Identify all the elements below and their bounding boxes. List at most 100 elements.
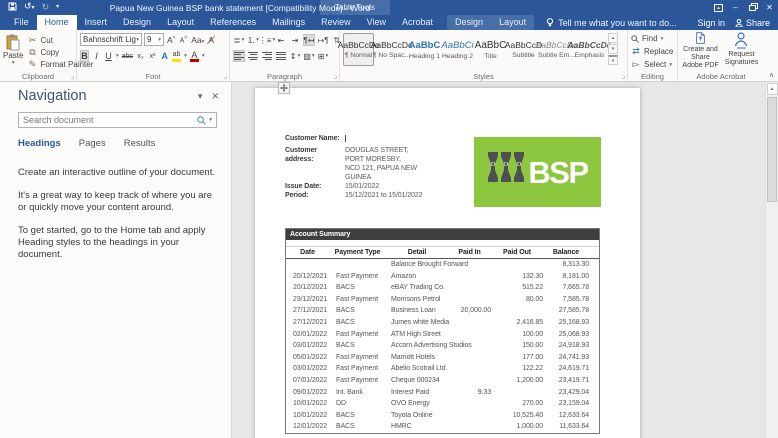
cell-balance[interactable]: 23,429.04: [543, 387, 589, 399]
font-color-button[interactable]: A: [189, 50, 199, 62]
subscript-button[interactable]: x₂: [136, 53, 145, 60]
cell-paid-in[interactable]: [448, 329, 491, 341]
tab-insert[interactable]: Insert: [77, 15, 116, 30]
nav-tab-pages[interactable]: Pages: [79, 138, 106, 149]
table-row[interactable]: 20/12/2021 Fast Payment Amazon 132.30 8,…: [286, 271, 599, 283]
cell-paid-in[interactable]: [448, 421, 491, 433]
cell-paid-out[interactable]: 177.00: [491, 352, 543, 364]
replace-button[interactable]: ⇄ Replace: [631, 46, 674, 57]
cell-date[interactable]: 20/12/2021: [286, 271, 329, 283]
close-icon[interactable]: ✕: [761, 0, 778, 15]
table-row[interactable]: 05/01/2022 Fast Payment Marriott Hotels …: [286, 352, 599, 364]
scroll-up-icon[interactable]: ▲: [766, 83, 778, 95]
cell-date[interactable]: 07/01/2022: [286, 375, 329, 387]
cell-balance[interactable]: 12,633.64: [543, 410, 589, 422]
cell-payment-type[interactable]: BACS: [329, 305, 386, 317]
tab-acrobat[interactable]: Acrobat: [394, 15, 441, 30]
cell-date[interactable]: 05/01/2022: [286, 352, 329, 364]
multilevel-list-icon[interactable]: ⋮≡ ▾: [259, 34, 275, 46]
highlight-color-button[interactable]: ab: [172, 51, 182, 62]
cell-detail[interactable]: Marriott Hotels: [386, 352, 448, 364]
search-input[interactable]: Search document ▾: [18, 112, 217, 128]
cell-paid-in[interactable]: [448, 375, 491, 387]
tab-table-design[interactable]: Design: [447, 15, 491, 30]
request-signatures-button[interactable]: Request Signatures: [723, 32, 760, 70]
cell-balance[interactable]: 24,918.93: [543, 340, 589, 352]
cell-balance[interactable]: 11,633.64: [543, 421, 589, 433]
cell-paid-out[interactable]: 1,200.00: [491, 375, 544, 387]
shading-icon[interactable]: ▨ ▾: [303, 50, 315, 62]
document-canvas[interactable]: Customer Name: Customer address: DOUGLAS…: [232, 82, 765, 438]
cell-paid-out[interactable]: 100.00: [491, 329, 543, 341]
search-icon[interactable]: [197, 115, 206, 125]
tab-home[interactable]: Home: [36, 15, 77, 30]
restore-icon[interactable]: [744, 0, 761, 15]
italic-button[interactable]: I: [92, 51, 101, 61]
cell-payment-type[interactable]: Fast Payment: [329, 294, 386, 306]
style-no-spacing[interactable]: AaBbCcDc ¶ No Spac...: [371, 33, 413, 66]
cell-balance[interactable]: 25,168.93: [543, 317, 589, 329]
table-spacer-row[interactable]: [286, 240, 599, 247]
cell-detail[interactable]: Morrisons Petrol: [386, 294, 448, 306]
table-row[interactable]: 03/01/2022 BACS Accorn Advertising Studi…: [286, 340, 599, 352]
table-row[interactable]: 10/01/2022 BACS Toyota Online 10,525.40 …: [286, 410, 599, 422]
table-header-row[interactable]: Date Payment Type Detail Paid In Paid Ou…: [286, 247, 599, 259]
cell-detail[interactable]: Amazon: [386, 271, 448, 283]
cell-paid-in[interactable]: [448, 317, 491, 329]
cell-detail[interactable]: eBAY Trading Co.: [386, 282, 448, 294]
cell-balance[interactable]: 7,665.78: [543, 282, 590, 294]
cell-balance[interactable]: 23,159.04: [543, 398, 589, 410]
cell-paid-out[interactable]: [491, 387, 543, 399]
font-dialog-launcher-icon[interactable]: ⌟: [224, 72, 227, 80]
cell-payment-type[interactable]: [329, 259, 386, 271]
customize-qat-icon[interactable]: ▾: [56, 3, 59, 12]
cell-balance[interactable]: 27,585.78: [543, 305, 589, 317]
search-options-icon[interactable]: ▾: [209, 117, 212, 123]
cell-date[interactable]: 10/01/2022: [286, 398, 329, 410]
cell-balance[interactable]: 8,181.00: [543, 271, 590, 283]
cell-date[interactable]: 09/01/2022: [286, 387, 329, 399]
cell-date[interactable]: 27/12/2021: [286, 317, 329, 329]
cell-detail[interactable]: Abelio Scotrail Ltd: [386, 363, 448, 375]
cell-payment-type[interactable]: Fast Payment: [329, 271, 386, 283]
align-left-icon[interactable]: [233, 50, 245, 62]
cell-payment-type[interactable]: BACS: [329, 282, 386, 294]
sign-in-button[interactable]: Sign in: [697, 18, 725, 28]
table-row[interactable]: 07/01/2022 Fast Payment Cheque 000234 1,…: [286, 375, 599, 387]
cell-balance[interactable]: 23,419.71: [543, 375, 589, 387]
clipboard-dialog-launcher-icon[interactable]: ⌟: [71, 72, 74, 80]
style-emphasis[interactable]: AaBbCcDc Emphasis: [568, 33, 612, 66]
table-row[interactable]: 09/01/2022 Int. Bank Interest Paid 9.33 …: [286, 387, 599, 399]
cell-date[interactable]: 27/12/2021: [286, 305, 329, 317]
style-subtitle[interactable]: AaBbCcD Subtitle: [505, 33, 542, 66]
tab-references[interactable]: References: [202, 15, 264, 30]
select-button[interactable]: ▻ Select ▾: [631, 59, 674, 70]
cell-paid-out[interactable]: [491, 305, 543, 317]
cell-payment-type[interactable]: Int. Bank: [329, 387, 386, 399]
cell-date[interactable]: 20/12/2021: [286, 282, 329, 294]
table-row[interactable]: 10/01/2022 DD OVO Energy 270.00 23,159.0…: [286, 398, 599, 410]
share-button[interactable]: Share: [735, 18, 770, 28]
cell-balance[interactable]: 24,741.93: [543, 352, 589, 364]
cell-detail[interactable]: Accorn Advertising Studios: [386, 340, 472, 352]
font-size-combobox[interactable]: 9 ▾: [144, 33, 164, 46]
nav-tab-headings[interactable]: Headings: [18, 138, 61, 149]
cell-paid-in[interactable]: [448, 340, 491, 352]
cell-detail[interactable]: Business Loan: [386, 305, 448, 317]
cell-payment-type[interactable]: Fast Payment: [329, 363, 386, 375]
paragraph-dialog-launcher-icon[interactable]: ⌟: [334, 72, 337, 80]
nav-tab-results[interactable]: Results: [124, 138, 156, 149]
styles-scroll-down-icon[interactable]: ▾: [608, 44, 618, 54]
strikethrough-button[interactable]: abc: [122, 53, 133, 60]
superscript-button[interactable]: x²: [148, 53, 157, 60]
issue-date-row[interactable]: Issue Date: 15/01/2022: [285, 182, 422, 191]
cell-balance[interactable]: 24,619.71: [543, 363, 589, 375]
table-row[interactable]: 27/12/2021 BACS Jumes white Media 2,416.…: [286, 317, 599, 329]
cell-paid-in[interactable]: [448, 410, 491, 422]
cell-paid-in[interactable]: [448, 282, 491, 294]
bold-button[interactable]: B: [80, 50, 89, 62]
borders-icon[interactable]: ⊞ ▾: [317, 50, 329, 62]
cell-paid-in[interactable]: [448, 294, 491, 306]
align-right-icon[interactable]: [261, 50, 273, 62]
tab-mailings[interactable]: Mailings: [264, 15, 313, 30]
